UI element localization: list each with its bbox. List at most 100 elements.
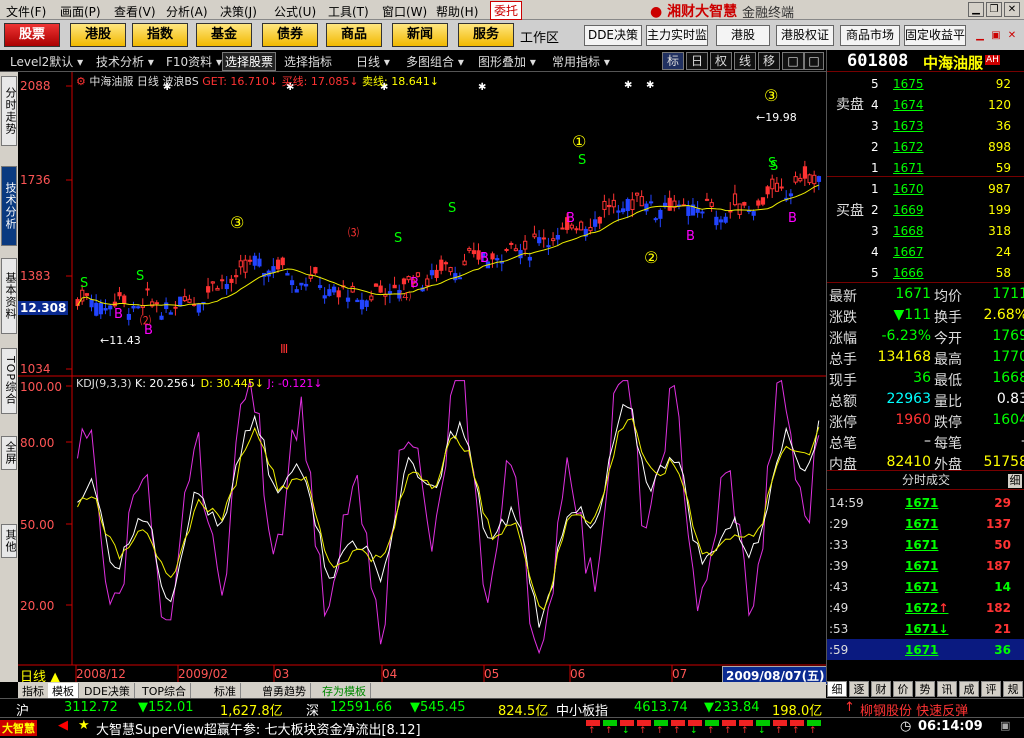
trade-row[interactable]: :39 1671 187 <box>827 555 1024 576</box>
bid-row[interactable]: 5 1666 58 <box>827 262 1024 283</box>
nav-news-button[interactable]: 新闻 <box>392 23 448 47</box>
quote-tab[interactable]: 细 <box>827 681 847 697</box>
ticker-text[interactable]: 大智慧SuperView超赢午参: 七大板块资金净流出[8.12] <box>96 719 421 738</box>
day-toggle[interactable]: 日 <box>686 52 708 70</box>
restore-icon[interactable]: ❐ <box>986 2 1002 17</box>
menu-tools[interactable]: 工具(T) <box>328 3 369 20</box>
common-indicator-dropdown[interactable]: 常用指标 ▾ <box>552 53 610 70</box>
line-toggle[interactable]: 线 <box>734 52 756 70</box>
nav-commodity-button[interactable]: 商品 <box>326 23 382 47</box>
menu-window[interactable]: 窗口(W) <box>382 3 427 20</box>
menu-decision[interactable]: 决策(J) <box>220 3 257 20</box>
tab-top[interactable]: TOP综合 <box>138 683 192 699</box>
close-icon[interactable]: ✕ <box>1004 2 1020 17</box>
tab-zengyong[interactable]: 曾勇趋势 <box>258 683 311 699</box>
bid-row[interactable]: 3 1668 318 <box>827 220 1024 241</box>
stock-code[interactable]: 601808 <box>847 51 908 71</box>
trade-row[interactable]: :29 1671 137 <box>827 513 1024 534</box>
minimize-icon[interactable]: ▁ <box>968 2 984 17</box>
overlay-dropdown[interactable]: 图形叠加 ▾ <box>478 53 536 70</box>
tab-intraday[interactable]: 分时走势 <box>1 76 17 146</box>
multi-chart-dropdown[interactable]: 多图组合 ▾ <box>406 53 464 70</box>
sub-restore-icon[interactable]: ▣ <box>988 29 1004 44</box>
quote-tab[interactable]: 势 <box>915 681 935 697</box>
trade-row[interactable]: :33 1671 50 <box>827 534 1024 555</box>
tab-other[interactable]: 其他 <box>1 524 17 558</box>
bid-row[interactable]: 1 1670 987 <box>827 178 1024 199</box>
trade-row[interactable]: :59 1671 36 <box>827 639 1024 660</box>
bid-row[interactable]: 4 1667 24 <box>827 241 1024 262</box>
nav-index-button[interactable]: 指数 <box>132 23 188 47</box>
menu-formula[interactable]: 公式(U) <box>274 3 316 20</box>
dde-decision-button[interactable]: DDE决策 <box>584 25 642 46</box>
settings-gear-icon[interactable]: ⚙ <box>76 75 86 88</box>
trade-row[interactable]: :43 1671 14 <box>827 576 1024 597</box>
rights-toggle[interactable]: 权 <box>710 52 732 70</box>
tab-template[interactable]: 模板 <box>48 683 79 699</box>
ask-row[interactable]: 3 1673 36 <box>827 115 1024 136</box>
chart-area[interactable]: S B S B S B S B B S B S B S ✱ ✱ ✱ ✱ ✱ ✱ 2088 1736 1383 1034… <box>18 72 829 685</box>
menu-view-screen[interactable]: 画面(P) <box>60 3 101 20</box>
ask-row[interactable]: 1 1671 59 <box>827 157 1024 178</box>
select-stock-button[interactable]: 选择股票 <box>222 52 277 71</box>
sub-minimize-icon[interactable]: ▁ <box>972 29 988 44</box>
mark-toggle[interactable]: 标 <box>662 52 684 70</box>
nav-hkstock-button[interactable]: 港股 <box>70 23 126 47</box>
tab-basic-info[interactable]: 基本资料 <box>1 258 17 334</box>
x-tick-mar: 03 <box>274 667 290 681</box>
workarea-label[interactable]: 工作区 <box>520 27 559 46</box>
ask-row[interactable]: 5 1675 92 <box>827 73 1024 94</box>
quote-tab[interactable]: 规 <box>1003 681 1023 697</box>
menu-file[interactable]: 文件(F) <box>6 3 46 20</box>
tab-indicator[interactable]: 指标 <box>18 683 49 699</box>
sub-close-icon[interactable]: ✕ <box>1004 29 1020 44</box>
move-toggle[interactable]: 移 <box>758 52 780 70</box>
quote-tab[interactable]: 成 <box>959 681 979 697</box>
hk-warrant-button[interactable]: 港股权证 <box>776 25 834 46</box>
menu-view[interactable]: 查看(V) <box>114 3 156 20</box>
quote-tab[interactable]: 评 <box>981 681 1001 697</box>
nav-bond-button[interactable]: 债券 <box>262 23 318 47</box>
layout2-icon[interactable]: □ <box>804 52 824 70</box>
trade-row[interactable]: :53 1671↓ 21 <box>827 618 1024 639</box>
commodity-market-button[interactable]: 商品市场 <box>840 25 900 46</box>
scroll-left-icon[interactable]: ◀ <box>58 718 68 733</box>
quote-value: – <box>924 433 931 449</box>
layout-icon[interactable]: □ <box>782 52 804 70</box>
trade-detail-toggle[interactable]: 细 <box>1008 474 1022 488</box>
ask-row[interactable]: 2 1672 898 <box>827 136 1024 157</box>
hk-button[interactable]: 港股 <box>716 25 770 46</box>
level2-default-dropdown[interactable]: Level2默认 ▾ <box>10 53 83 70</box>
bid-row[interactable]: 2 1669 199 <box>827 199 1024 220</box>
tab-save-template[interactable]: 存为模板 <box>318 683 371 699</box>
quote-tab[interactable]: 价 <box>893 681 913 697</box>
tab-tech-analysis[interactable]: 技术分析 <box>1 166 17 246</box>
tab-dde[interactable]: DDE决策 <box>80 683 135 699</box>
news-ticker[interactable]: 大智慧 ◀ ★ 大智慧SuperView超赢午参: 七大板块资金净流出[8.12… <box>0 717 1024 738</box>
candle <box>457 277 463 280</box>
ask-row[interactable]: 4 1674 120 <box>827 94 1024 115</box>
nav-stock-button[interactable]: 股票 <box>4 23 60 47</box>
tab-top-overview[interactable]: TOP综合 <box>1 348 17 414</box>
menu-help[interactable]: 帮助(H) <box>436 3 478 20</box>
nav-fund-button[interactable]: 基金 <box>196 23 252 47</box>
f10-dropdown[interactable]: F10资料 ▾ <box>166 53 222 70</box>
quote-tab[interactable]: 逐 <box>849 681 869 697</box>
menu-weituo-button[interactable]: 委托 <box>490 1 523 20</box>
menu-analysis[interactable]: 分析(A) <box>166 3 208 20</box>
quote-tab[interactable]: 讯 <box>937 681 957 697</box>
tab-standard[interactable]: 标准 <box>210 683 241 699</box>
quote-tab[interactable]: 财 <box>871 681 891 697</box>
select-indicator-button[interactable]: 选择指标 <box>284 53 332 70</box>
main-monitor-button[interactable]: 主力实时监 <box>646 25 708 46</box>
tab-fullscreen[interactable]: 全屏 <box>1 436 17 470</box>
candle <box>322 295 327 299</box>
nav-service-button[interactable]: 服务 <box>458 23 514 47</box>
fixed-income-button[interactable]: 固定收益平 <box>904 25 966 46</box>
trade-row[interactable]: 14:59 1671 29 <box>827 492 1024 513</box>
dzh-logo[interactable]: 大智慧 <box>0 720 37 736</box>
index-bar[interactable]: 沪 3112.72 ▼152.01 1,627.8亿 深 12591.66 ▼5… <box>0 698 1024 719</box>
trade-row[interactable]: :49 1672↑ 182 <box>827 597 1024 618</box>
tech-analysis-dropdown[interactable]: 技术分析 ▾ <box>96 53 154 70</box>
period-dropdown[interactable]: 日线 ▾ <box>356 53 390 70</box>
